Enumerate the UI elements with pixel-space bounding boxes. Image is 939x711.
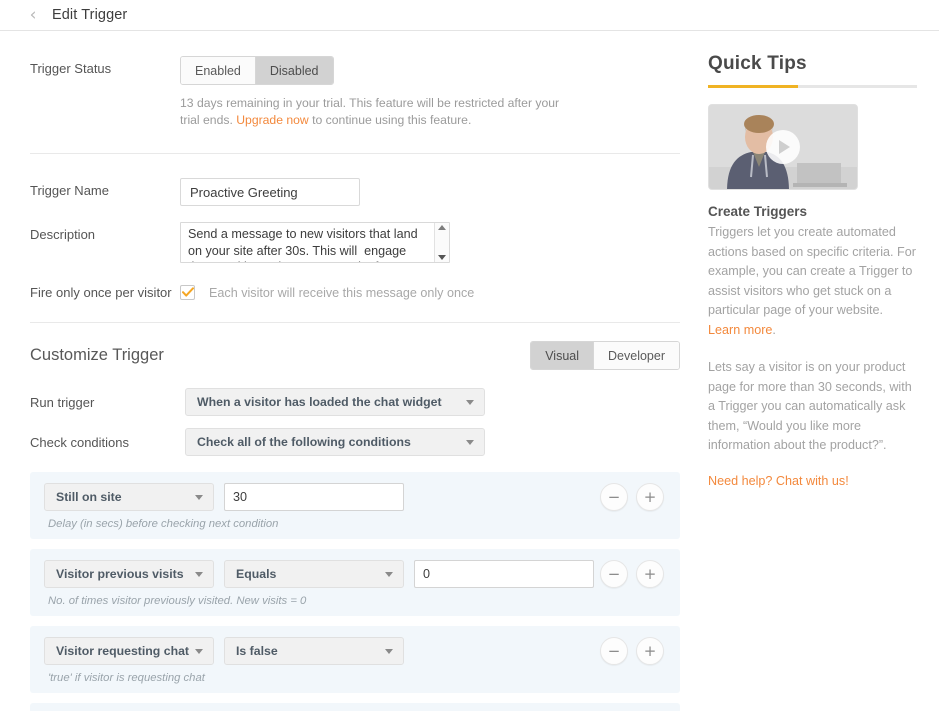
check-conditions-select[interactable]: Check all of the following conditions <box>185 428 485 456</box>
condition-buttons: − + <box>600 483 664 511</box>
learn-more-link[interactable]: Learn more <box>708 323 772 337</box>
description-scrollbar[interactable] <box>434 223 449 262</box>
condition-hint: No. of times visitor previously visited.… <box>48 595 307 607</box>
trigger-status-control: Enabled Disabled 13 days remaining in yo… <box>180 56 580 129</box>
trigger-name-label: Trigger Name <box>30 183 109 198</box>
status-toggle-group[interactable]: Enabled Disabled <box>180 56 334 85</box>
mode-toggle-group[interactable]: Visual Developer <box>530 341 680 370</box>
upgrade-now-link[interactable]: Upgrade now <box>236 113 309 127</box>
top-bar: ‹ Edit Trigger <box>0 0 939 31</box>
fire-once-control: Each visitor will receive this message o… <box>180 285 474 300</box>
tip-paragraph-1-text-2: . <box>772 322 776 337</box>
condition-value-input[interactable] <box>224 483 404 511</box>
add-condition-button[interactable]: + <box>636 560 664 588</box>
condition-row: Visitor requesting chat Is false 'true' … <box>30 626 680 693</box>
trial-note-text-2: to continue using this feature. <box>308 113 472 127</box>
status-disabled-button[interactable]: Disabled <box>254 57 333 84</box>
trigger-name-input[interactable] <box>180 178 360 206</box>
description-text[interactable]: Send a message to new visitors that land… <box>181 223 434 262</box>
condition-operator-value: Equals <box>236 567 277 581</box>
chevron-down-icon <box>466 440 474 445</box>
customize-title: Customize Trigger <box>30 346 164 364</box>
fire-once-row: Fire only once per visitor Each visitor … <box>0 263 700 300</box>
condition-operator-value: Is false <box>236 644 278 658</box>
tab-visual[interactable]: Visual <box>531 342 594 369</box>
page-body: Trigger Status Enabled Disabled 13 days … <box>0 31 939 711</box>
chevron-down-icon <box>466 400 474 405</box>
condition-row: Visitor previous visits Equals No. of ti… <box>30 549 680 616</box>
chevron-down-icon <box>385 649 393 654</box>
trigger-status-row: Trigger Status Enabled Disabled 13 days … <box>0 31 700 129</box>
remove-condition-button[interactable]: − <box>600 560 628 588</box>
chevron-down-icon <box>385 572 393 577</box>
tip-title: Create Triggers <box>708 204 808 219</box>
tip-video-thumbnail[interactable] <box>708 104 858 190</box>
checkmark-icon <box>181 287 194 297</box>
description-label: Description <box>30 227 96 242</box>
main-form-column: Trigger Status Enabled Disabled 13 days … <box>0 31 700 711</box>
status-enabled-button[interactable]: Enabled <box>181 57 255 84</box>
condition-field-value: Visitor previous visits <box>56 567 184 581</box>
tip-paragraph-1-text-1: Triggers let you create automated action… <box>708 225 916 317</box>
trigger-name-row: Trigger Name <box>0 154 700 206</box>
quick-tips-title: Quick Tips <box>708 53 807 74</box>
condition-operator-select[interactable]: Equals <box>224 560 404 588</box>
condition-field-select[interactable]: Visitor previous visits <box>44 560 214 588</box>
add-condition-button[interactable]: + <box>636 483 664 511</box>
run-trigger-row: Run trigger When a visitor has loaded th… <box>0 370 700 416</box>
trial-note: 13 days remaining in your trial. This fe… <box>180 95 580 129</box>
fire-once-note: Each visitor will receive this message o… <box>209 285 475 300</box>
condition-hint: 'true' if visitor is requesting chat <box>48 672 205 684</box>
condition-buttons: − + <box>600 560 664 588</box>
condition-row: Still on site Delay (in secs) before che… <box>30 472 680 539</box>
check-conditions-row: Check conditions Check all of the follow… <box>0 416 700 456</box>
fire-once-checkbox[interactable] <box>180 285 195 300</box>
condition-controls: Visitor previous visits Equals <box>44 560 666 588</box>
chevron-down-icon <box>195 649 203 654</box>
condition-controls: Still on site <box>44 483 666 511</box>
fire-once-label: Fire only once per visitor <box>30 285 172 300</box>
condition-field-select[interactable]: Still on site <box>44 483 214 511</box>
scroll-down-arrow-icon[interactable] <box>438 255 446 260</box>
chevron-down-icon <box>195 495 203 500</box>
description-textarea[interactable]: Send a message to new visitors that land… <box>180 222 450 263</box>
condition-field-value: Still on site <box>56 490 122 504</box>
remove-condition-button[interactable]: − <box>600 637 628 665</box>
check-conditions-label: Check conditions <box>30 434 129 450</box>
remove-condition-button[interactable]: − <box>600 483 628 511</box>
tip-paragraph-2: Lets say a visitor is on your product pa… <box>708 360 912 452</box>
condition-controls: Visitor requesting chat Is false <box>44 637 666 665</box>
quick-tips-panel: Quick Tips Create Triggers Triggers let … <box>700 31 939 488</box>
tip-paragraph-1: Triggers let you create automated action… <box>708 223 917 340</box>
condition-field-select[interactable]: Visitor requesting chat <box>44 637 214 665</box>
condition-operator-select[interactable]: Is false <box>224 637 404 665</box>
run-trigger-select[interactable]: When a visitor has loaded the chat widge… <box>185 388 485 416</box>
customize-section-header: Customize Trigger Visual Developer <box>0 323 700 370</box>
check-conditions-value: Check all of the following conditions <box>197 435 411 449</box>
scroll-up-arrow-icon[interactable] <box>438 225 446 230</box>
description-row: Description Send a message to new visito… <box>0 206 700 263</box>
chat-with-us-link[interactable]: Need help? Chat with us! <box>708 474 917 488</box>
add-condition-button[interactable]: + <box>636 637 664 665</box>
condition-row-partial <box>30 703 680 711</box>
tab-developer[interactable]: Developer <box>593 342 679 369</box>
conditions-list: Still on site Delay (in secs) before che… <box>0 472 700 711</box>
run-trigger-label: Run trigger <box>30 394 95 410</box>
condition-value-input[interactable] <box>414 560 594 588</box>
play-button-icon[interactable] <box>766 130 800 164</box>
run-trigger-value: When a visitor has loaded the chat widge… <box>197 395 442 409</box>
condition-buttons: − + <box>600 637 664 665</box>
quick-tips-underline <box>708 85 917 88</box>
chevron-left-icon[interactable]: ‹ <box>24 6 42 24</box>
condition-field-value: Visitor requesting chat <box>56 644 190 658</box>
trigger-status-label: Trigger Status <box>30 61 112 76</box>
chevron-down-icon <box>195 572 203 577</box>
condition-hint: Delay (in secs) before checking next con… <box>48 518 279 530</box>
page-title: Edit Trigger <box>52 7 128 23</box>
